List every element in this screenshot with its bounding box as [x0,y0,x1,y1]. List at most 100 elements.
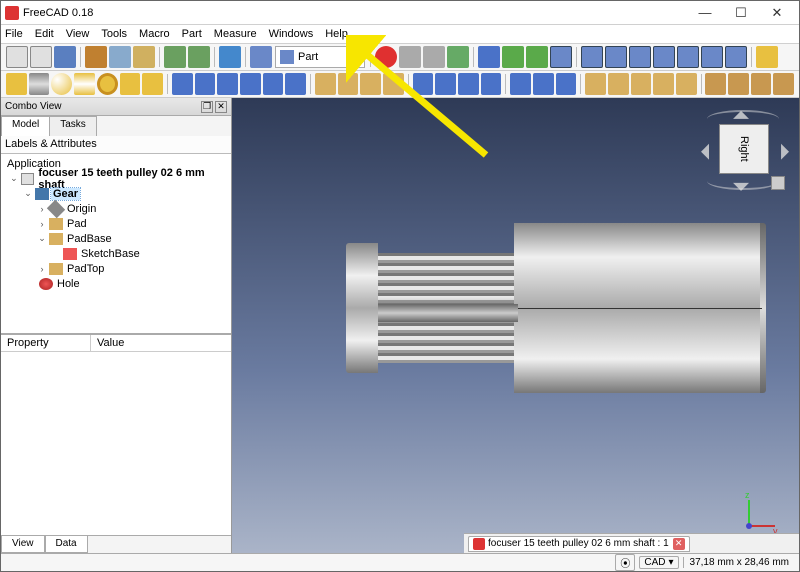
sphere-primitive-button[interactable] [51,73,72,95]
undo-button[interactable] [164,46,186,68]
shape-builder-button[interactable] [585,73,606,95]
menu-help[interactable]: Help [325,28,348,40]
section-button[interactable] [383,73,404,95]
sweep-button[interactable] [315,73,336,95]
thickness-button[interactable] [360,73,381,95]
tab-model[interactable]: Model [1,116,50,136]
split-button[interactable] [676,73,697,95]
navcube-left-icon[interactable]: ◂ [701,130,709,170]
menu-part[interactable]: Part [182,28,202,40]
navcube-down-icon[interactable]: ▾ [733,176,749,196]
zoom-button[interactable] [502,46,524,68]
iso-view-button[interactable] [581,46,603,68]
projection-button[interactable] [556,73,577,95]
navcube-up-icon[interactable]: ▴ [733,104,749,124]
combo-close-icon[interactable]: ✕ [215,101,227,113]
tree-sketchbase[interactable]: SketchBase [1,246,231,261]
paste-button[interactable] [133,46,155,68]
measure-button[interactable] [756,46,778,68]
defeat-button[interactable] [631,73,652,95]
document-tab[interactable]: focuser 15 teeth pulley 02 6 mm shaft : … [468,536,690,552]
tab-tasks[interactable]: Tasks [49,116,97,136]
open-doc-button[interactable] [30,46,52,68]
expand-icon[interactable]: ⌄ [23,188,33,199]
tree-origin[interactable]: › Origin [1,201,231,216]
tree-padbase[interactable]: ⌄ PadBase [1,231,231,246]
color-per-face-button[interactable] [751,73,772,95]
left-view-button[interactable] [725,46,747,68]
right-view-button[interactable] [653,46,675,68]
navigation-cube[interactable]: Right ▴ ▾ ◂ ▸ [703,108,787,192]
cylinder-primitive-button[interactable] [29,73,50,95]
appearance-button[interactable] [773,73,794,95]
status-mouse-icon[interactable]: ⦿ [615,554,635,571]
front-view-button[interactable] [605,46,627,68]
minimize-button[interactable]: — [687,2,723,24]
refine-button[interactable] [608,73,629,95]
navcube-right-icon[interactable]: ▸ [781,130,789,170]
rear-view-button[interactable] [677,46,699,68]
menu-measure[interactable]: Measure [214,28,257,40]
redo-button[interactable] [188,46,210,68]
save-doc-button[interactable] [54,46,76,68]
array-button[interactable] [533,73,554,95]
refresh-button[interactable] [219,46,241,68]
new-doc-button[interactable] [6,46,28,68]
utilities-button[interactable] [728,73,749,95]
revolve-button[interactable] [195,73,216,95]
check-geom-button[interactable] [653,73,674,95]
fit-all-button[interactable] [478,46,500,68]
boolean-fuse-button[interactable] [458,73,479,95]
boolean-common-button[interactable] [481,73,502,95]
compound-button[interactable] [413,73,434,95]
doc-tab-close-icon[interactable]: ✕ [673,538,685,550]
combo-view-header[interactable]: Combo View ❐ ✕ [1,98,231,116]
cone-primitive-button[interactable] [74,73,95,95]
maximize-button[interactable]: ☐ [723,2,759,24]
mirror-button[interactable] [217,73,238,95]
menu-file[interactable]: File [5,28,23,40]
cross-section-button[interactable] [510,73,531,95]
macro-record-button[interactable] [375,46,397,68]
navcube-face[interactable]: Right [719,124,769,174]
chamfer-button[interactable] [263,73,284,95]
prop-tab-view[interactable]: View [1,536,45,553]
combo-float-icon[interactable]: ❐ [201,101,213,113]
tree-padtop[interactable]: › PadTop [1,261,231,276]
menu-windows[interactable]: Windows [269,28,314,40]
extrude-button[interactable] [172,73,193,95]
menu-edit[interactable]: Edit [35,28,54,40]
cut-button[interactable] [85,46,107,68]
tube-primitive-button[interactable] [120,73,141,95]
nav-style-selector[interactable]: CAD ▾ [639,556,678,569]
macro-stop-button[interactable] [399,46,421,68]
navcube-menu-icon[interactable] [771,176,785,190]
tree-hole[interactable]: Hole [1,276,231,291]
menu-tools[interactable]: Tools [101,28,127,40]
tree-pad[interactable]: › Pad [1,216,231,231]
expand-icon[interactable]: › [37,204,47,214]
workbench-icon[interactable] [250,46,272,68]
box-primitive-button[interactable] [6,73,27,95]
loft-button[interactable] [285,73,306,95]
draw-style-button[interactable] [526,46,548,68]
macros-button[interactable] [423,46,445,68]
torus-primitive-button[interactable] [97,73,118,95]
macro-play-button[interactable] [447,46,469,68]
top-view-button[interactable] [629,46,651,68]
menu-macro[interactable]: Macro [139,28,170,40]
model-tree[interactable]: Application ⌄ focuser 15 teeth pulley 02… [1,154,231,334]
copy-button[interactable] [109,46,131,68]
menu-view[interactable]: View [66,28,90,40]
prism-primitive-button[interactable] [142,73,163,95]
prop-tab-data[interactable]: Data [45,536,88,553]
expand-icon[interactable]: ⌄ [37,233,47,244]
expand-icon[interactable]: › [37,219,47,229]
expand-icon[interactable]: › [37,264,47,274]
ruled-surface-button[interactable] [705,73,726,95]
bbox-button[interactable] [550,46,572,68]
boolean-cut-button[interactable] [435,73,456,95]
offset-button[interactable] [338,73,359,95]
close-button[interactable]: ✕ [759,2,795,24]
workbench-selector[interactable]: Part ▼ [275,46,365,68]
